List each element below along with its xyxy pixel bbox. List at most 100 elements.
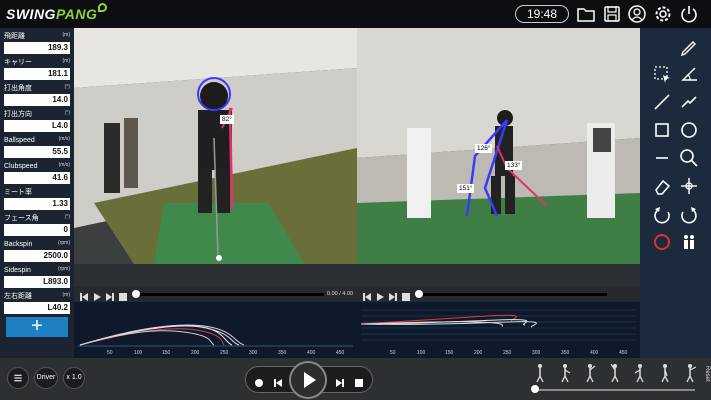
zigzag-icon[interactable]	[677, 90, 701, 114]
record-dot-icon[interactable]	[254, 375, 264, 387]
stat-value: 181.1	[4, 68, 70, 80]
brand-logo: SWINGPANG	[6, 3, 108, 22]
stat-unit: (°)	[64, 110, 70, 116]
pose-impact-icon[interactable]	[658, 363, 672, 383]
stat-value: 41.6	[4, 172, 70, 184]
eraser-icon[interactable]	[650, 174, 674, 198]
seek-track[interactable]	[417, 293, 607, 296]
playback-speed-button[interactable]: x 1.0	[63, 367, 85, 389]
app-window: SWINGPANG 19:48 飛距離 (m) 189.3 キャリー (m) 181.1…	[0, 0, 711, 400]
brand-name-accent: PANG	[55, 6, 98, 22]
redo-icon[interactable]	[677, 202, 701, 226]
menu-icon[interactable]	[7, 367, 29, 389]
x-tick-label: 450	[336, 350, 345, 356]
minus-icon[interactable]	[650, 146, 674, 170]
circle-icon[interactable]	[677, 118, 701, 142]
stat-smash-factor: ミート率 1.33	[4, 188, 70, 212]
compare-icon[interactable]	[677, 230, 701, 254]
stat-unit: (m)	[62, 32, 71, 38]
swing-position-handle[interactable]	[531, 385, 539, 393]
x-tick-label: 50	[107, 350, 113, 356]
stat-value: 1.33	[4, 198, 70, 210]
x-tick-label: 100	[134, 350, 143, 356]
prev-frame-icon[interactable]	[273, 375, 283, 387]
top-bar: SWINGPANG 19:48	[0, 0, 711, 28]
stat-value: 14.0	[4, 94, 70, 106]
stat-total-distance: 飛距離 (m) 189.3	[4, 32, 70, 56]
next-frame-icon[interactable]	[388, 289, 398, 301]
video-front-view[interactable]: 82°	[74, 28, 357, 286]
stat-unit: (m/s)	[58, 162, 70, 168]
x-tick-label: 50	[390, 350, 396, 356]
club-select-button[interactable]: Driver	[34, 367, 58, 389]
stat-value: 189.3	[4, 42, 70, 54]
add-stat-button[interactable]: +	[6, 316, 68, 337]
prev-frame-icon[interactable]	[362, 289, 372, 301]
pose-downswing-icon[interactable]	[633, 363, 647, 383]
power-icon[interactable]	[680, 5, 698, 23]
gear-icon[interactable]	[654, 5, 672, 23]
select-icon[interactable]	[650, 62, 674, 86]
x-tick-label: 450	[619, 350, 628, 356]
stop-icon[interactable]	[118, 289, 128, 301]
video-side-view[interactable]: 126° 133° 151°	[357, 28, 640, 286]
play-icon[interactable]	[375, 289, 385, 301]
stat-unit: (°)	[64, 214, 70, 220]
side-view-frame	[357, 28, 640, 286]
x-tick-label: 250	[503, 350, 512, 356]
brand-name: SWING	[6, 6, 56, 22]
stat-face-angle: フェース角 (°) 0	[4, 214, 70, 238]
stat-label: 飛距離	[4, 33, 25, 40]
seek-handle[interactable]	[132, 290, 140, 298]
seek-handle[interactable]	[415, 290, 423, 298]
play-icon[interactable]	[92, 289, 102, 301]
trajectory-side-chart: 50 100 150 200 250 300 350 400 450	[74, 302, 357, 358]
next-frame-icon[interactable]	[335, 375, 345, 387]
stat-club-speed: Clubspeed (m/s) 41.6	[4, 162, 70, 186]
seek-track[interactable]	[134, 293, 324, 296]
next-frame-icon[interactable]	[105, 289, 115, 301]
stat-label: キャリー	[4, 59, 32, 66]
line-icon[interactable]	[650, 90, 674, 114]
swing-position-slider[interactable]	[533, 389, 695, 391]
move-icon[interactable]	[677, 174, 701, 198]
pose-finish-icon[interactable]	[683, 363, 697, 383]
x-tick-label: 400	[307, 350, 316, 356]
stat-unit: (°)	[64, 84, 70, 90]
stat-value: 2500.0	[4, 250, 70, 262]
playback-bar-left: 0.00 / 4.00	[74, 286, 357, 302]
front-view-frame	[74, 28, 357, 286]
undo-icon[interactable]	[650, 202, 674, 226]
pen-icon[interactable]	[677, 34, 701, 58]
user-icon[interactable]	[628, 5, 646, 23]
stop-icon[interactable]	[354, 375, 364, 387]
pose-address-icon[interactable]	[533, 363, 547, 383]
zoom-icon[interactable]	[677, 146, 701, 170]
drawing-tools-panel	[640, 28, 711, 358]
stat-unit: (m)	[62, 58, 71, 64]
clock: 19:48	[515, 5, 569, 23]
folder-icon[interactable]	[577, 5, 595, 23]
stat-value: L893.0	[4, 276, 70, 288]
x-tick-label: 200	[474, 350, 483, 356]
stat-unit: (m)	[62, 292, 71, 298]
angle-label: 82°	[220, 115, 234, 124]
pose-backswing-icon[interactable]	[583, 363, 597, 383]
reset-button[interactable]: Reset	[700, 366, 710, 396]
stat-sidespin: Sidespin (rpm) L893.0	[4, 266, 70, 290]
stop-icon[interactable]	[401, 289, 411, 301]
angle-icon[interactable]	[677, 62, 701, 86]
playback-bar-right	[357, 286, 640, 302]
stat-value: 55.5	[4, 146, 70, 158]
pose-takeaway-icon[interactable]	[558, 363, 572, 383]
stat-label: 打出方向	[4, 111, 32, 118]
prev-frame-icon[interactable]	[79, 289, 89, 301]
save-icon[interactable]	[603, 5, 621, 23]
playback-time: 0.00 / 4.00	[327, 291, 353, 297]
record-icon[interactable]	[650, 230, 674, 254]
play-button[interactable]	[289, 361, 327, 399]
x-tick-label: 100	[417, 350, 426, 356]
rectangle-icon[interactable]	[650, 118, 674, 142]
pose-top-icon[interactable]	[608, 363, 622, 383]
x-tick-label: 300	[532, 350, 541, 356]
